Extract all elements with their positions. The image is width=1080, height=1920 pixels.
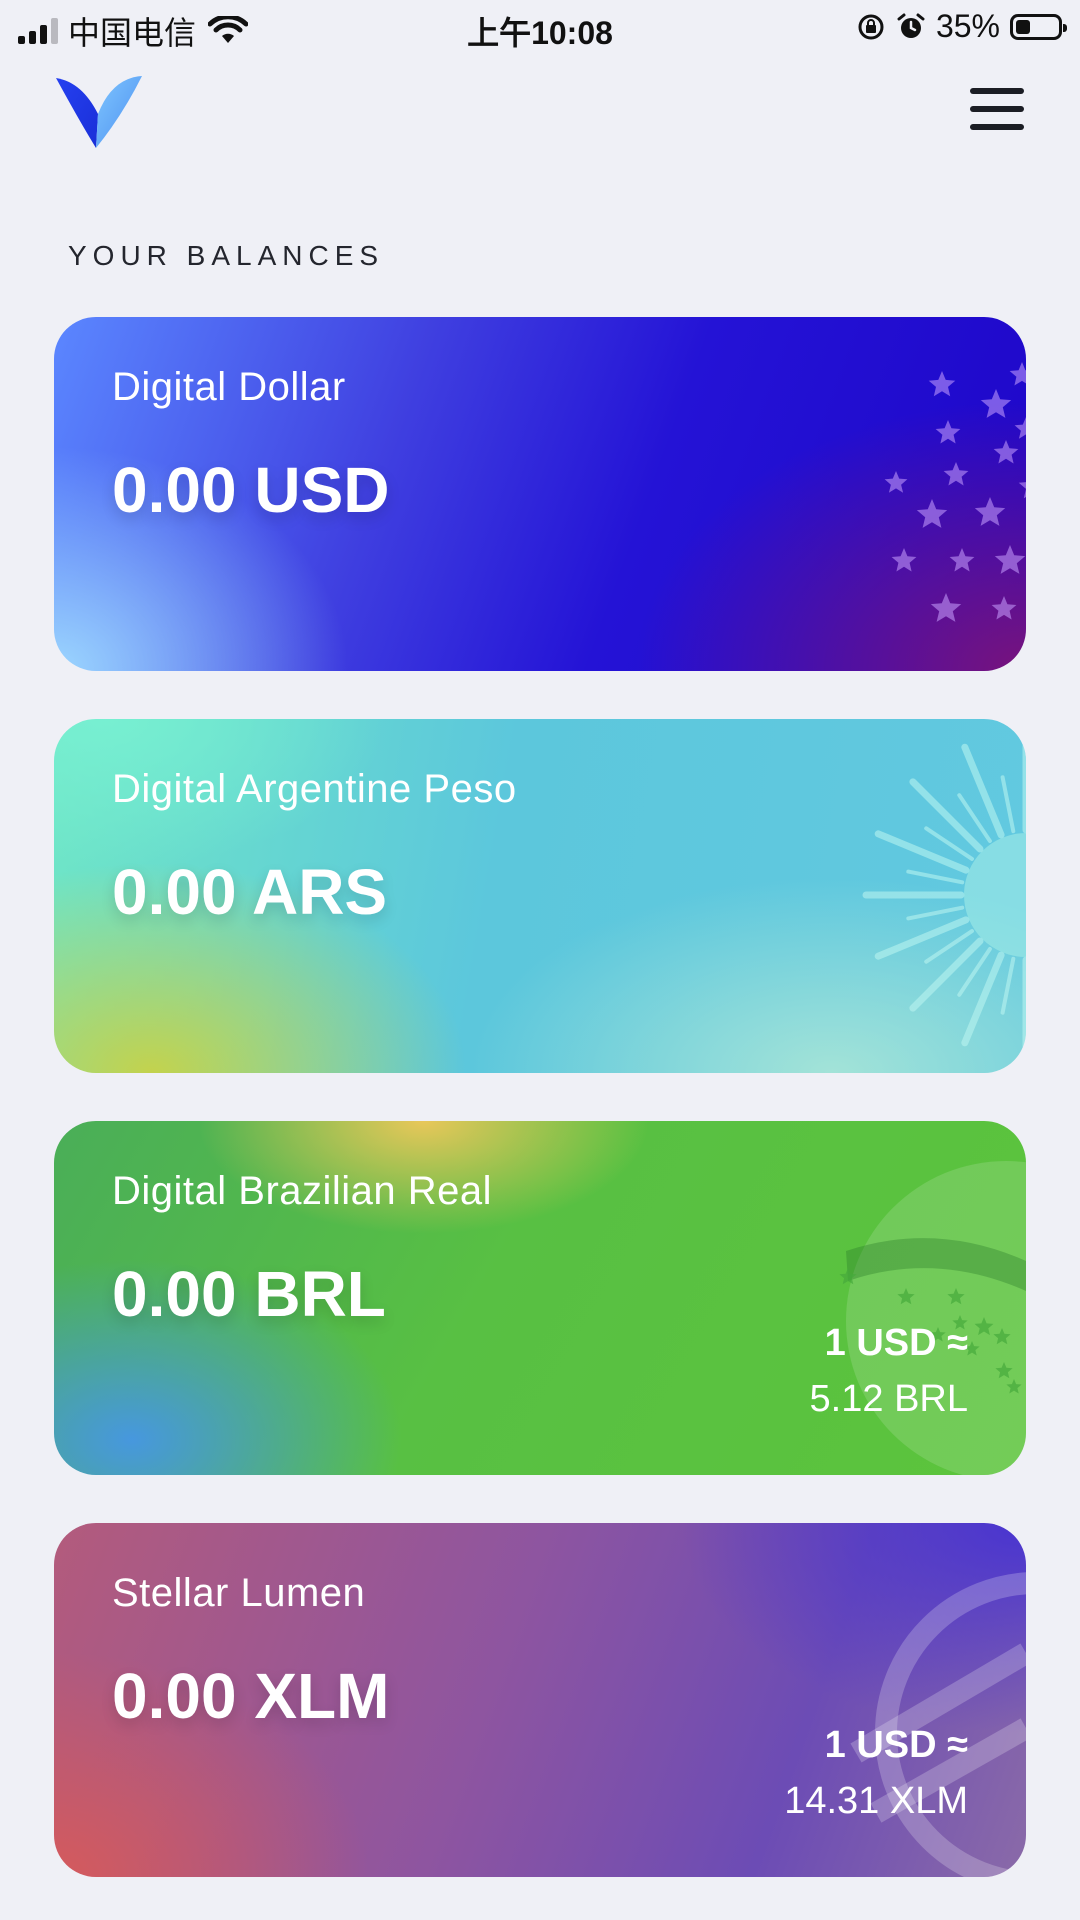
balance-amount: 0.00 USD: [112, 454, 390, 526]
balance-card-usd[interactable]: Digital Dollar 0.00 USD: [54, 317, 1026, 671]
battery-percent: 35%: [935, 8, 1000, 44]
balance-card-ars[interactable]: Digital Argentine Peso 0.00 ARS: [54, 719, 1026, 1073]
balance-name: Digital Dollar: [112, 365, 346, 409]
balance-name: Stellar Lumen: [112, 1571, 366, 1615]
rate-head: 1 USD ≈: [824, 1322, 968, 1364]
balance-amount: 0.00 ARS: [112, 856, 388, 928]
rate-head: 1 USD ≈: [824, 1724, 968, 1766]
orientation-lock-icon: [858, 14, 884, 39]
alarm-icon: [897, 13, 925, 38]
menu-button[interactable]: [970, 82, 1026, 138]
status-right: 35%: [856, 8, 1067, 45]
balance-amount: 0.00 XLM: [112, 1660, 390, 1732]
balance-name: Digital Brazilian Real: [112, 1169, 493, 1213]
battery-icon: [1010, 13, 1067, 40]
exchange-rate: 1 USD ≈ 14.31 XLM: [784, 1717, 968, 1829]
balance-amount: 0.00 BRL: [112, 1258, 386, 1330]
stars-icon: [884, 362, 1026, 622]
balance-card-xlm[interactable]: Stellar Lumen 0.00 XLM 1 USD ≈ 14.31 XLM: [54, 1523, 1026, 1877]
balance-name: Digital Argentine Peso: [112, 767, 517, 811]
app-header: [0, 56, 1080, 176]
balance-card-brl[interactable]: Digital Brazilian Real 0.00 BRL 1 USD ≈ …: [54, 1121, 1026, 1475]
battery-level: [1016, 19, 1030, 34]
rate-value: 5.12 BRL: [809, 1378, 968, 1420]
section-title: YOUR BALANCES: [68, 240, 385, 271]
status-bar: 中国电信 上午10:08 35%: [0, 0, 1080, 56]
exchange-rate: 1 USD ≈ 5.12 BRL: [810, 1315, 968, 1427]
logo-v-icon[interactable]: [54, 74, 144, 150]
sun-of-may-icon: [862, 731, 1026, 1059]
rate-value: 14.31 XLM: [784, 1780, 968, 1822]
